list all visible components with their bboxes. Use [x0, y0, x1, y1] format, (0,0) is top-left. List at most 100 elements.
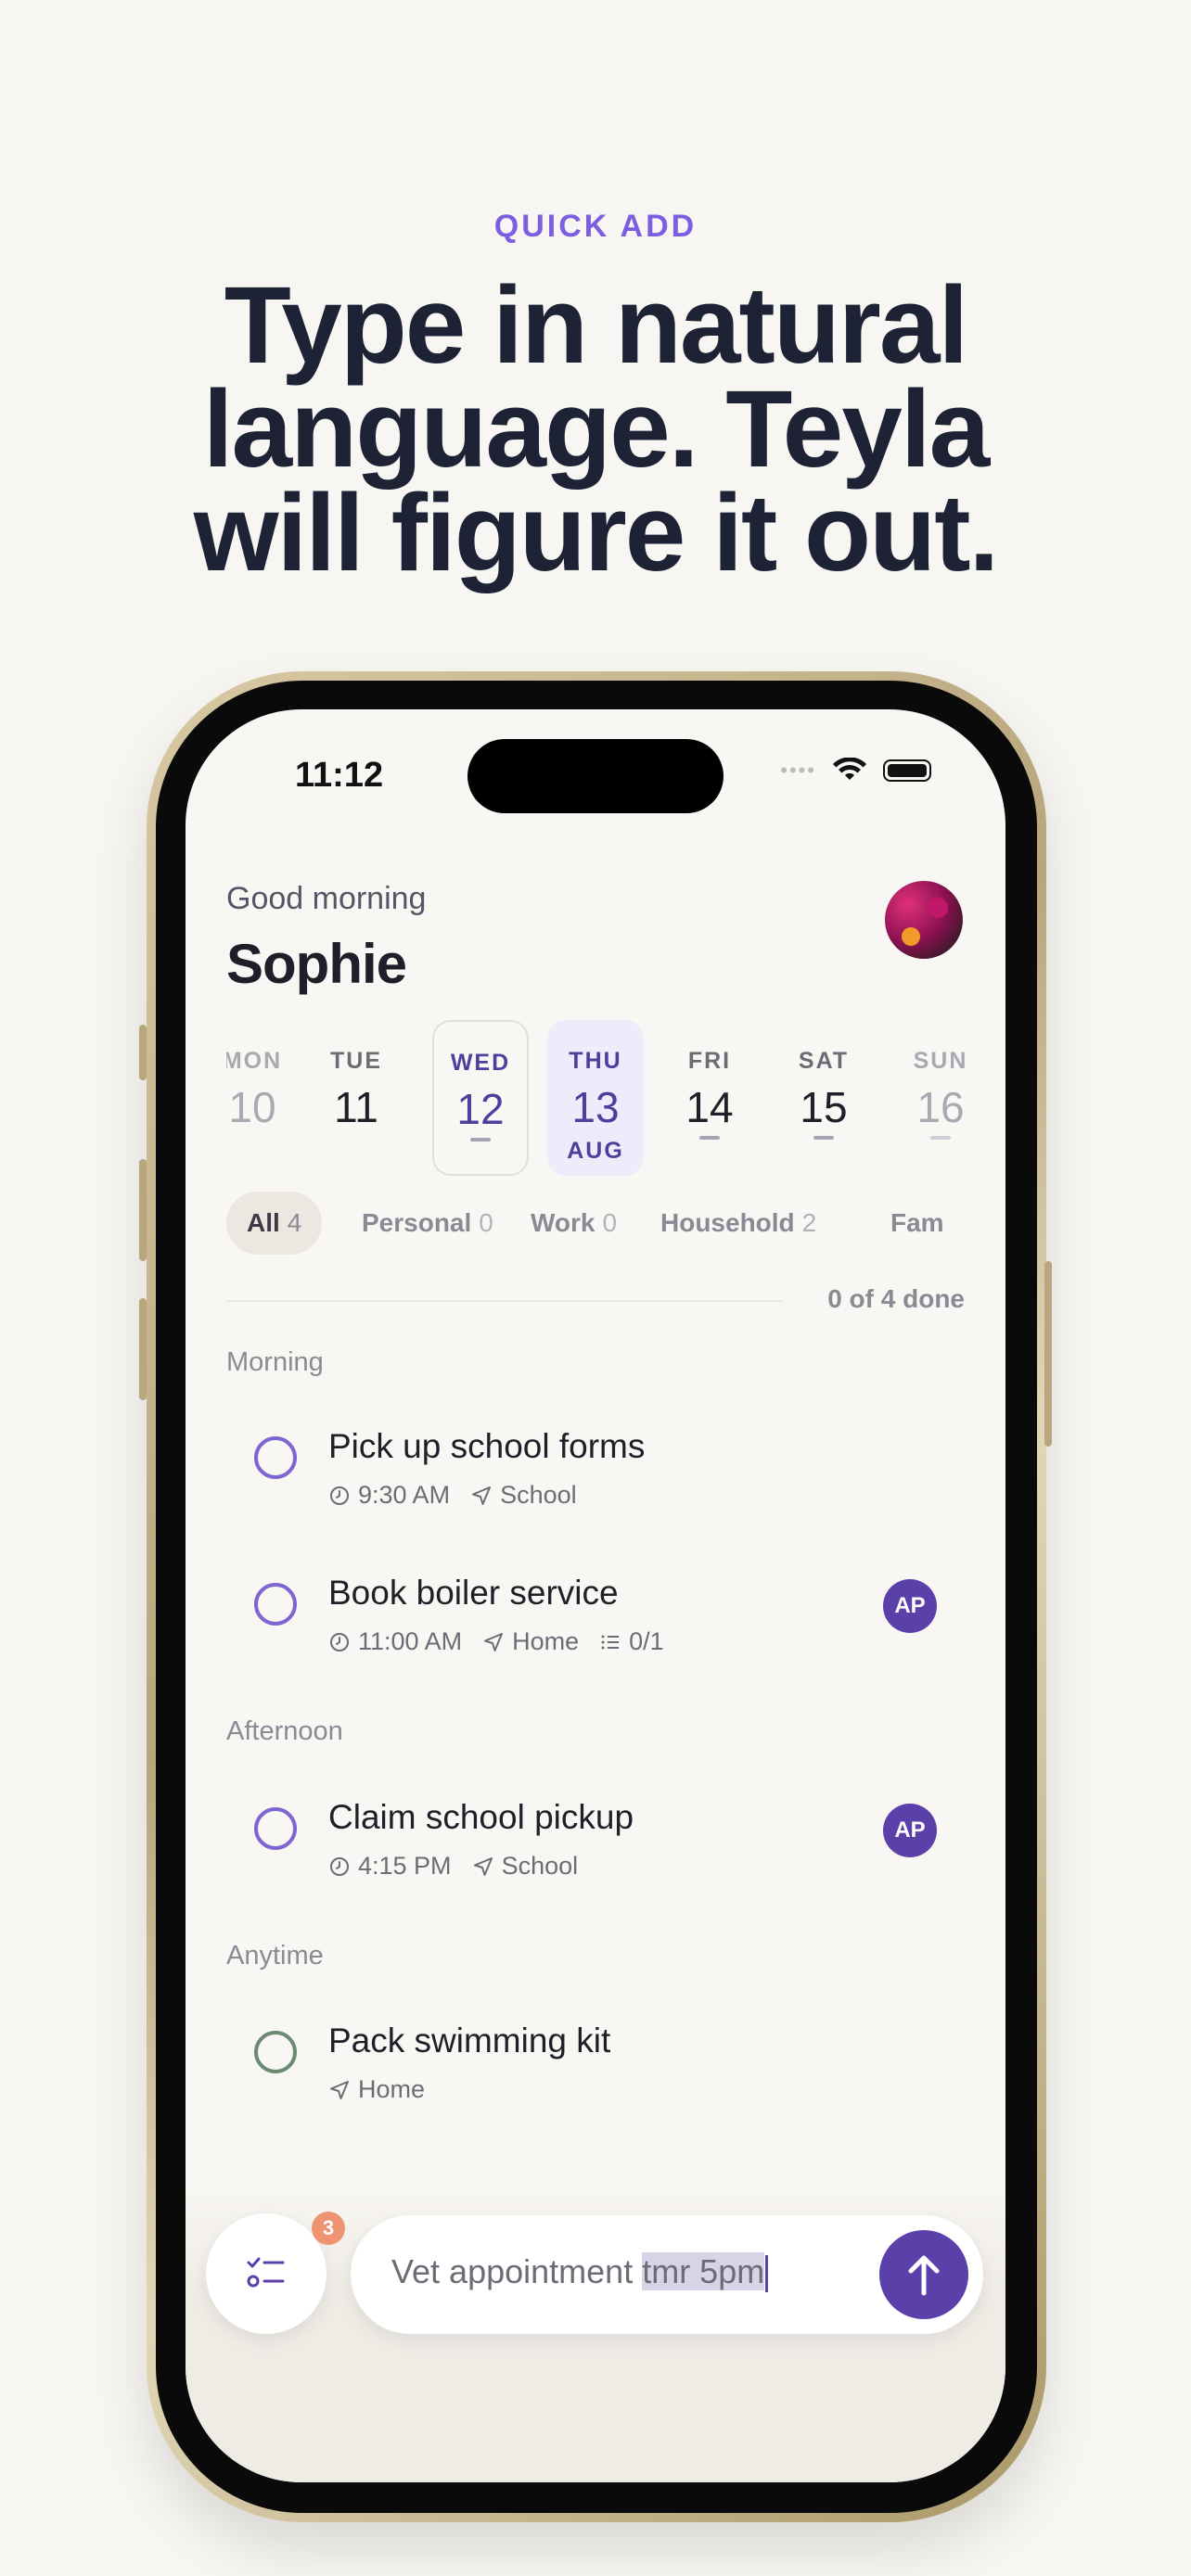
signal-dots-icon: •••• — [780, 759, 816, 782]
volume-down-button — [139, 1298, 147, 1400]
task-indicator — [813, 1136, 834, 1140]
day-name: SAT — [798, 1048, 850, 1074]
filter-all[interactable]: All 4 — [226, 1192, 323, 1255]
day-number: 12 — [456, 1085, 505, 1133]
task-place: School — [472, 1852, 579, 1881]
task-place-text: School — [501, 1852, 579, 1880]
task-indicator — [699, 1136, 720, 1140]
task-item[interactable]: Pack swimming kit Home — [226, 2001, 965, 2122]
task-item[interactable]: Book boiler service 11:00 AM Home 0/1 AP — [226, 1553, 965, 1674]
task-item[interactable]: Pick up school forms 9:30 AM School — [226, 1407, 965, 1527]
filter-household[interactable]: Household 2 — [640, 1192, 837, 1255]
checklist-icon — [247, 2257, 285, 2288]
task-title: Claim school pickup — [328, 1798, 634, 1836]
volume-up-button — [139, 1159, 147, 1261]
task-meta: 9:30 AM School — [328, 1481, 577, 1510]
task-title: Pick up school forms — [328, 1427, 646, 1465]
chip-count: 2 — [801, 1208, 817, 1237]
task-time-text: 11:00 AM — [358, 1627, 463, 1655]
task-list-button[interactable]: 3 — [206, 2212, 345, 2334]
battery-icon — [883, 759, 931, 782]
arrow-up-icon — [908, 2255, 940, 2296]
day-number: 13 — [571, 1083, 620, 1131]
task-place-text: Home — [358, 2075, 426, 2103]
location-arrow-icon — [484, 1632, 504, 1651]
task-time-text: 4:15 PM — [358, 1852, 452, 1880]
assignee-badge[interactable]: AP — [883, 1804, 937, 1857]
task-place-text: School — [500, 1481, 577, 1509]
input-text-plain: Vet appointment — [391, 2252, 643, 2290]
input-text-highlight: tmr 5pm — [642, 2252, 765, 2290]
status-icons: •••• — [780, 758, 931, 784]
task-time-text: 9:30 AM — [358, 1481, 451, 1509]
day-month: AUG — [567, 1138, 624, 1164]
promo-headline-text: Type in natural language. Teyla will fig… — [193, 264, 1000, 594]
clock-icon — [330, 1856, 349, 1876]
location-arrow-icon — [472, 1486, 492, 1505]
chip-label: All — [247, 1208, 280, 1237]
section-anytime: Anytime — [226, 1941, 324, 1970]
quick-add-text[interactable]: Vet appointment tmr 5pm — [391, 2252, 769, 2293]
day-number: 14 — [685, 1083, 734, 1131]
day-thu[interactable]: THU 13 AUG — [547, 1020, 644, 1176]
task-place: School — [470, 1481, 577, 1510]
chip-label: Fam — [890, 1208, 944, 1237]
day-name: WED — [450, 1050, 511, 1076]
day-tue[interactable]: TUE 11 — [308, 1020, 404, 1176]
day-name: FRI — [687, 1048, 732, 1074]
task-checkbox[interactable] — [254, 1583, 297, 1626]
chip-label: Household — [660, 1208, 795, 1237]
day-wed[interactable]: WED 12 — [432, 1020, 529, 1176]
progress-summary: 0 of 4 done — [827, 1284, 965, 1313]
promo-headline: Type in natural language. Teyla will fig… — [0, 264, 1191, 594]
location-arrow-icon — [473, 1856, 493, 1876]
task-checkbox[interactable] — [254, 2031, 297, 2073]
filter-work[interactable]: Work 0 — [510, 1192, 637, 1255]
task-title: Book boiler service — [328, 1574, 619, 1612]
task-checkbox[interactable] — [254, 1436, 297, 1479]
text-caret — [765, 2255, 769, 2293]
task-place: Home — [328, 2075, 425, 2104]
day-fri[interactable]: FRI 14 — [661, 1020, 758, 1176]
task-meta: 4:15 PM School — [328, 1852, 578, 1881]
location-arrow-icon — [330, 2080, 349, 2099]
section-morning: Morning — [226, 1347, 324, 1377]
week-strip[interactable]: MON 10 TUE 11 WED 12 THU 13 AUG FRI 14 S… — [226, 1020, 965, 1187]
dynamic-island — [467, 739, 724, 813]
task-checkbox[interactable] — [254, 1807, 297, 1850]
day-mon[interactable]: MON 10 — [226, 1020, 301, 1176]
task-subtasks-text: 0/1 — [629, 1627, 664, 1655]
section-afternoon: Afternoon — [226, 1716, 343, 1746]
filter-family[interactable]: Fam — [870, 1192, 965, 1255]
day-sun[interactable]: SUN 16 — [892, 1020, 965, 1176]
day-name: MON — [226, 1048, 283, 1074]
task-meta: 11:00 AM Home 0/1 — [328, 1627, 664, 1656]
notification-badge: 3 — [312, 2212, 345, 2245]
task-meta: Home — [328, 2075, 425, 2104]
day-sat[interactable]: SAT 15 — [775, 1020, 872, 1176]
task-item[interactable]: Claim school pickup 4:15 PM School AP — [226, 1778, 965, 1898]
day-name: SUN — [913, 1048, 965, 1074]
task-time: 9:30 AM — [328, 1481, 450, 1510]
checklist-icon — [601, 1635, 620, 1649]
clock-icon — [330, 1632, 349, 1651]
send-button[interactable] — [879, 2230, 968, 2319]
day-number: 15 — [800, 1083, 848, 1131]
phone-screen: 11:12 •••• Good morning Sophie MON 10 TU… — [186, 709, 1005, 2482]
day-number: 11 — [334, 1083, 378, 1131]
quick-add-input[interactable]: Vet appointment tmr 5pm — [351, 2215, 983, 2334]
wifi-icon — [833, 758, 866, 780]
user-name: Sophie — [226, 933, 407, 995]
chip-label: Personal — [362, 1208, 472, 1237]
chip-count: 4 — [287, 1208, 302, 1237]
task-subtasks: 0/1 — [599, 1627, 664, 1656]
task-title: Pack swimming kit — [328, 2021, 611, 2060]
task-indicator — [470, 1138, 491, 1141]
greeting: Good morning — [226, 881, 427, 916]
avatar[interactable] — [885, 881, 963, 959]
assignee-badge[interactable]: AP — [883, 1579, 937, 1633]
filter-personal[interactable]: Personal 0 — [341, 1192, 514, 1255]
task-place-text: Home — [512, 1627, 580, 1655]
chip-count: 0 — [602, 1208, 618, 1237]
divider — [226, 1300, 783, 1302]
